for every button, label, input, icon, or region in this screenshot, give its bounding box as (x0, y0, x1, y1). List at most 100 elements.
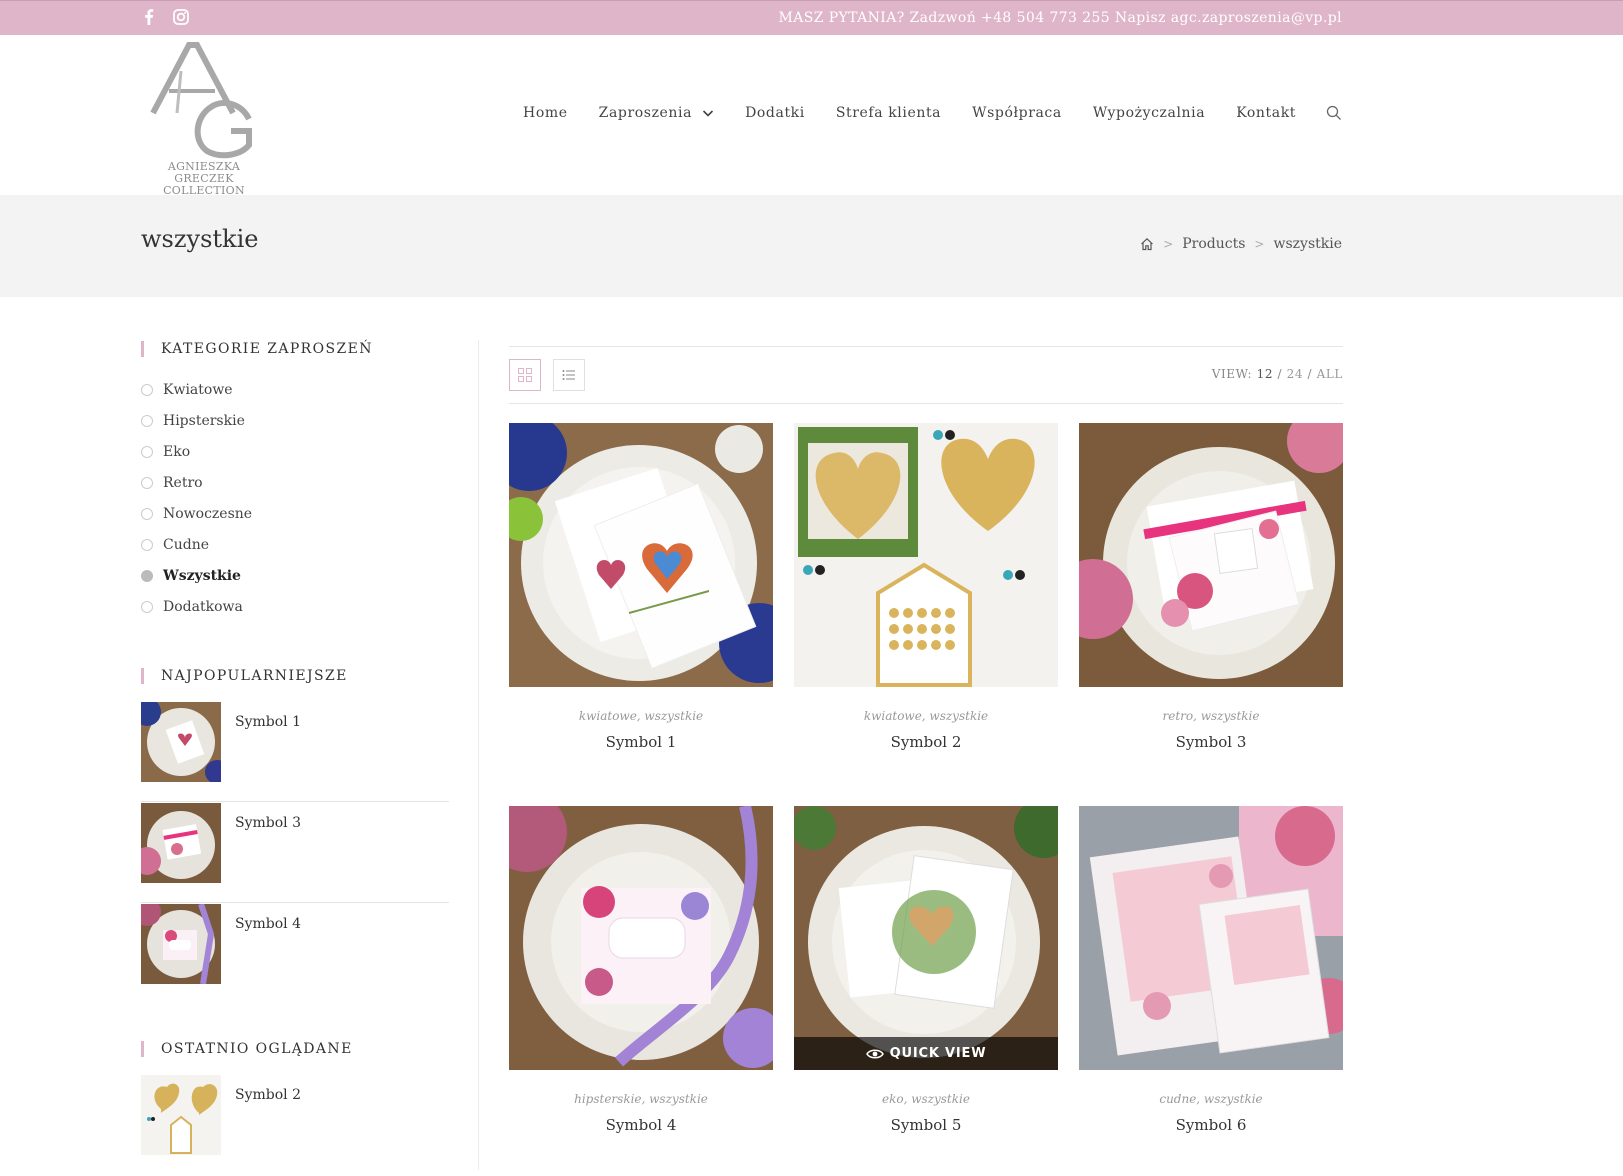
product-card[interactable]: kwiatowe, wszystkie Symbol 2 (794, 423, 1058, 751)
site-logo[interactable]: AGNIESZKA GRECZEK COLLECTION (141, 41, 267, 197)
category-retro[interactable]: Retro (141, 467, 449, 498)
list-icon (562, 370, 575, 380)
nav-home[interactable]: Home (523, 105, 568, 121)
breadcrumb-separator: > (1163, 237, 1174, 251)
category-eko[interactable]: Eko (141, 436, 449, 467)
grid-icon (518, 368, 532, 382)
list-view-button[interactable] (553, 359, 585, 391)
shop-toolbar: VIEW: 12 / 24 / ALL (509, 346, 1343, 404)
product-thumbnail[interactable] (141, 702, 221, 782)
radio-icon (141, 445, 153, 458)
quick-view-button[interactable]: QUICK VIEW (794, 1037, 1058, 1070)
popular-item[interactable]: Symbol 4 (141, 904, 449, 1004)
contact-info: MASZ PYTANIA? Zadzwoń +48 504 773 255 Na… (778, 10, 1342, 26)
nav-strefa-klienta-label: Strefa klienta (835, 105, 942, 121)
product-categories[interactable]: retro, wszystkie (1079, 709, 1343, 723)
product-title[interactable]: Symbol 1 (509, 733, 773, 751)
sidebar-divider (478, 340, 479, 1170)
product-name[interactable]: Symbol 3 (235, 815, 301, 902)
radio-icon (141, 600, 153, 613)
product-card[interactable]: cudne, wszystkie Symbol 6 (1079, 806, 1343, 1134)
facebook-icon[interactable] (140, 8, 158, 26)
product-thumbnail[interactable] (141, 904, 221, 984)
category-label: Wszystkie (163, 567, 241, 584)
product-name[interactable]: Symbol 4 (235, 916, 301, 1004)
nav-strefa-klienta[interactable]: Strefa klienta (836, 105, 941, 121)
product-title[interactable]: Symbol 5 (794, 1116, 1058, 1134)
popular-item[interactable]: Symbol 1 (141, 702, 449, 802)
instagram-icon[interactable] (172, 8, 190, 26)
nav-zaproszenia-label: Zaproszenia (598, 105, 693, 121)
product-card[interactable]: retro, wszystkie Symbol 3 (1079, 423, 1343, 751)
chevron-down-icon (702, 107, 714, 119)
per-page-selector: VIEW: 12 / 24 / ALL (1212, 367, 1343, 381)
nav-kontakt[interactable]: Kontakt (1236, 105, 1296, 121)
category-label: Hipsterskie (163, 412, 245, 429)
recent-widget: OSTATNIO OGLĄDANE Symbol 2 (141, 1040, 449, 1175)
popular-item[interactable]: Symbol 3 (141, 803, 449, 903)
product-thumbnail[interactable] (141, 1075, 221, 1155)
breadcrumb-current: wszystkie (1273, 236, 1342, 252)
nav-zaproszenia[interactable]: Zaproszenia (599, 105, 714, 121)
category-wszystkie[interactable]: Wszystkie (141, 560, 449, 591)
quick-view-label: QUICK VIEW (889, 1046, 987, 1061)
product-title[interactable]: Symbol 3 (1079, 733, 1343, 751)
category-nowoczesne[interactable]: Nowoczesne (141, 498, 449, 529)
home-icon[interactable] (1140, 237, 1154, 251)
product-categories[interactable]: kwiatowe, wszystkie (509, 709, 773, 723)
per-page-all[interactable]: ALL (1317, 367, 1343, 381)
product-title[interactable]: Symbol 6 (1079, 1116, 1343, 1134)
product-card[interactable]: hipsterskie, wszystkie Symbol 4 (509, 806, 773, 1134)
product-thumbnail[interactable] (141, 803, 221, 883)
product-image[interactable] (509, 806, 773, 1070)
recent-item[interactable]: Symbol 2 (141, 1075, 449, 1175)
popular-list: Symbol 1 Symbol 3 Symbol 4 (141, 702, 449, 1004)
product-categories[interactable]: kwiatowe, wszystkie (794, 709, 1058, 723)
nav-wspolpraca-label: Współpraca (972, 105, 1062, 121)
grid-view-button[interactable] (509, 359, 541, 391)
product-categories[interactable]: cudne, wszystkie (1079, 1092, 1343, 1106)
nav-wypozyczalnia[interactable]: Wypożyczalnia (1093, 105, 1205, 121)
top-bar: MASZ PYTANIA? Zadzwoń +48 504 773 255 Na… (0, 0, 1623, 35)
radio-icon (141, 538, 153, 551)
product-name[interactable]: Symbol 2 (235, 1087, 301, 1175)
product-card[interactable]: kwiatowe, wszystkie Symbol 1 (509, 423, 773, 751)
product-image[interactable] (1079, 423, 1343, 687)
product-image[interactable]: QUICK VIEW (794, 806, 1058, 1070)
category-label: Kwiatowe (163, 381, 233, 398)
breadcrumb: > Products > wszystkie (1140, 236, 1342, 252)
per-page-24[interactable]: 24 (1287, 367, 1303, 381)
product-title[interactable]: Symbol 4 (509, 1116, 773, 1134)
nav-dodatki-label: Dodatki (745, 105, 805, 121)
product-name[interactable]: Symbol 1 (235, 714, 301, 801)
recent-list: Symbol 2 (141, 1075, 449, 1175)
product-image[interactable] (794, 423, 1058, 687)
category-hipsterskie[interactable]: Hipsterskie (141, 405, 449, 436)
radio-icon (141, 476, 153, 489)
product-image[interactable] (509, 423, 773, 687)
product-card[interactable]: QUICK VIEW eko, wszystkie Symbol 5 (794, 806, 1058, 1134)
logo-tagline-line1: AGNIESZKA GRECZEK (167, 160, 241, 185)
product-categories[interactable]: eko, wszystkie (794, 1092, 1058, 1106)
category-dodatkowa[interactable]: Dodatkowa (141, 591, 449, 622)
nav-dodatki[interactable]: Dodatki (745, 105, 805, 121)
product-title[interactable]: Symbol 2 (794, 733, 1058, 751)
popular-widget: NAJPOPULARNIEJSZE Symbol 1 Symbol 3 Symb… (141, 667, 449, 1004)
per-page-separator: / (1277, 367, 1283, 381)
nav-wypozyczalnia-label: Wypożyczalnia (1092, 105, 1206, 121)
category-label: Dodatkowa (163, 598, 243, 615)
category-kwiatowe[interactable]: Kwiatowe (141, 374, 449, 405)
breadcrumb-products[interactable]: Products (1182, 236, 1245, 252)
search-icon[interactable] (1326, 105, 1342, 121)
radio-icon (141, 507, 153, 520)
sidebar: KATEGORIE ZAPROSZEŃ Kwiatowe Hipsterskie… (141, 340, 449, 1176)
site-header: AGNIESZKA GRECZEK COLLECTION Home Zapros… (0, 35, 1623, 197)
category-cudne[interactable]: Cudne (141, 529, 449, 560)
product-image[interactable] (1079, 806, 1343, 1070)
per-page-12[interactable]: 12 (1257, 367, 1273, 381)
view-label: VIEW: (1211, 367, 1253, 381)
category-label: Nowoczesne (163, 505, 253, 522)
nav-wspolpraca[interactable]: Współpraca (972, 105, 1062, 121)
product-categories[interactable]: hipsterskie, wszystkie (509, 1092, 773, 1106)
category-list: Kwiatowe Hipsterskie Eko Retro Nowoczesn… (141, 374, 449, 622)
